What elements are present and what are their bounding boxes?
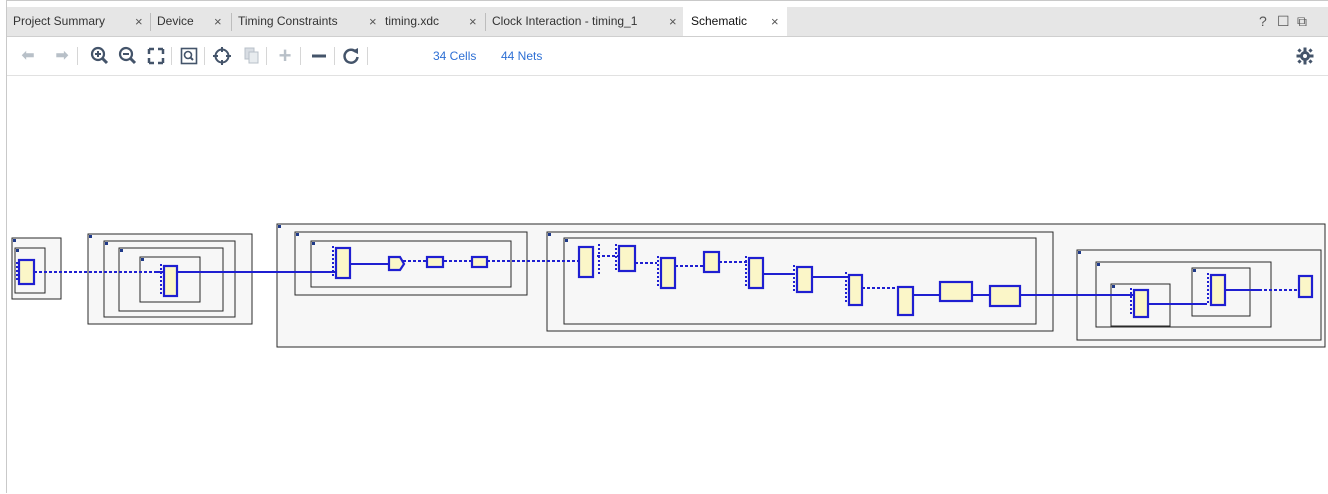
zoom-in-icon[interactable]: [90, 46, 110, 66]
cells-count-link[interactable]: 34 Cells: [433, 49, 476, 63]
float-icon[interactable]: ⧉: [1297, 7, 1307, 36]
close-icon[interactable]: ×: [135, 7, 143, 36]
cell[interactable]: [1132, 288, 1150, 319]
restore-icon[interactable]: ☐: [1277, 7, 1290, 36]
close-icon[interactable]: ×: [214, 7, 222, 36]
schematic-window: Project Summary × Device × Timing Constr…: [6, 0, 1328, 494]
tab-divider: [231, 13, 232, 31]
close-icon[interactable]: ×: [771, 7, 779, 36]
tab-label: Timing Constraints: [238, 14, 338, 28]
cell[interactable]: [1297, 274, 1314, 299]
cell[interactable]: [795, 265, 814, 294]
cell[interactable]: [896, 285, 915, 317]
cell[interactable]: [334, 246, 352, 280]
refresh-icon[interactable]: [341, 46, 361, 66]
cell[interactable]: [425, 255, 445, 269]
tab-project-summary[interactable]: Project Summary ×: [13, 7, 145, 36]
tab-timing-constraints[interactable]: Timing Constraints ×: [238, 7, 378, 36]
toolbar-divider: [204, 47, 205, 65]
buffer-cell[interactable]: [387, 255, 406, 272]
zoom-area-icon[interactable]: [179, 46, 199, 66]
tab-device[interactable]: Device ×: [157, 7, 229, 36]
toolbar-divider: [266, 47, 267, 65]
toolbar-divider: [367, 47, 368, 65]
tab-label: Project Summary: [13, 14, 106, 28]
collapse-minus-icon[interactable]: [309, 46, 329, 66]
close-icon[interactable]: ×: [469, 7, 477, 36]
cell[interactable]: [659, 256, 677, 290]
cell[interactable]: [577, 245, 595, 279]
schematic-toolbar: ⬅ ➡ + 34 Cells 44 Nets: [7, 37, 1328, 76]
cell[interactable]: [702, 250, 721, 274]
toolbar-divider: [77, 47, 78, 65]
toolbar-divider: [171, 47, 172, 65]
cell[interactable]: [988, 284, 1022, 308]
copy-icon[interactable]: [241, 46, 261, 66]
close-icon[interactable]: ×: [669, 7, 677, 36]
cell[interactable]: [747, 256, 765, 290]
nets-count-link[interactable]: 44 Nets: [501, 49, 542, 63]
forward-arrow-icon[interactable]: ➡: [52, 46, 72, 66]
help-icon[interactable]: ?: [1259, 7, 1267, 36]
zoom-out-icon[interactable]: [118, 46, 138, 66]
cell[interactable]: [17, 258, 36, 286]
cell[interactable]: [1209, 273, 1227, 307]
tab-schematic[interactable]: Schematic ×: [683, 7, 787, 36]
tab-divider: [150, 13, 151, 31]
schematic-canvas[interactable]: .hb{fill:#f7f7f7;stroke:#2a2a2a;stroke-w…: [7, 76, 1328, 494]
cell[interactable]: [470, 255, 489, 269]
tab-label: Clock Interaction - timing_1: [492, 14, 638, 28]
schematic-diagram[interactable]: .hb{fill:#f7f7f7;stroke:#2a2a2a;stroke-w…: [7, 76, 1328, 494]
expand-plus-icon[interactable]: +: [275, 45, 295, 67]
toolbar-divider: [334, 47, 335, 65]
gear-icon[interactable]: [1295, 46, 1315, 66]
tab-label: timing.xdc: [385, 14, 440, 28]
cell[interactable]: [938, 280, 974, 303]
tab-divider: [485, 13, 486, 31]
tab-clock-interaction[interactable]: Clock Interaction - timing_1 ×: [492, 7, 682, 36]
tab-label: Device: [157, 14, 194, 28]
back-arrow-icon[interactable]: ⬅: [18, 46, 38, 66]
zoom-fit-icon[interactable]: [146, 46, 166, 66]
cell[interactable]: [847, 273, 864, 307]
cell[interactable]: [162, 264, 179, 298]
cell[interactable]: [617, 244, 637, 273]
close-icon[interactable]: ×: [369, 7, 377, 36]
tab-timing-xdc[interactable]: timing.xdc ×: [385, 7, 485, 36]
select-center-icon[interactable]: [212, 46, 232, 66]
tab-bar: Project Summary × Device × Timing Constr…: [7, 7, 1328, 37]
toolbar-divider: [300, 47, 301, 65]
tab-label: Schematic: [691, 14, 748, 28]
